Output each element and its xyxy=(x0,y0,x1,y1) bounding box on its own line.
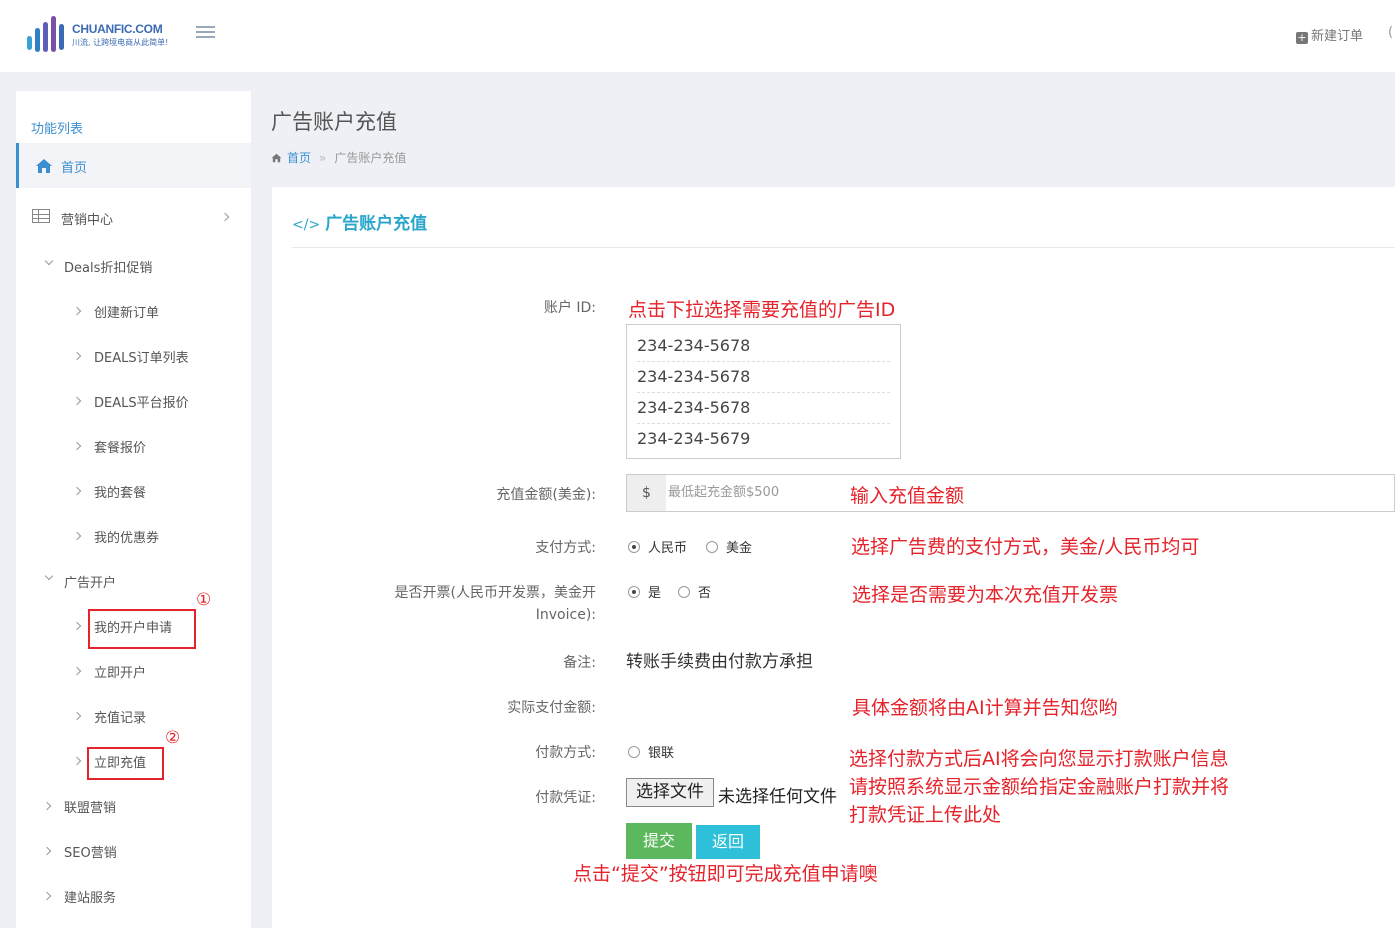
code-icon: </> xyxy=(292,217,321,233)
amount-input-group: $ 最低起充金额$500 xyxy=(626,474,1395,512)
actual-amount-label: 实际支付金额: xyxy=(507,700,596,716)
annotation-box-2 xyxy=(87,747,164,780)
radio-checked-icon xyxy=(628,586,640,598)
partial-icon: ( xyxy=(1388,25,1394,40)
divider xyxy=(292,247,1395,248)
new-order-button[interactable]: + 新建订单 xyxy=(1296,25,1363,44)
panel-title: </> 广告账户充值 xyxy=(292,214,428,234)
currency-addon: $ xyxy=(626,474,667,512)
account-id-option[interactable]: 234-234-5679 xyxy=(637,424,890,455)
logo-bars-icon xyxy=(27,16,64,52)
plus-square-icon: + xyxy=(1296,31,1308,44)
sidebar-item-package-quote[interactable]: 套餐报价 xyxy=(16,423,251,468)
breadcrumb: 首页 » 广告账户充值 xyxy=(271,149,406,166)
amount-label: 充值金额(美金): xyxy=(496,487,596,503)
home-icon xyxy=(36,159,52,173)
sidebar-title: 功能列表 xyxy=(31,122,84,137)
annotation-amount: 输入充值金额 xyxy=(850,485,965,507)
home-icon xyxy=(271,153,282,163)
annotation-payment-3: 打款凭证上传此处 xyxy=(849,804,1002,826)
remark-value: 转账手续费由付款方承担 xyxy=(626,652,813,672)
sidebar-item-deals[interactable]: Deals折扣促销 xyxy=(16,243,251,288)
breadcrumb-current: 广告账户充值 xyxy=(334,151,407,165)
sidebar-item-my-package[interactable]: 我的套餐 xyxy=(16,468,251,513)
logo[interactable]: CHUANFIC.COM 川流, 让跨境电商从此简单! xyxy=(26,12,176,56)
sidebar: 功能列表 首页 营销中心 Deals折扣促销 创建新订单 DEALS订单列表 D… xyxy=(16,91,251,928)
chevron-down-icon xyxy=(44,256,54,266)
chevron-right-icon xyxy=(42,801,52,811)
brand-name: CHUANFIC.COM xyxy=(72,22,163,36)
pay-method-usd-radio[interactable]: 美金 xyxy=(706,537,752,556)
breadcrumb-separator: » xyxy=(319,151,327,165)
chevron-right-icon xyxy=(72,531,82,541)
pay-method-label: 支付方式: xyxy=(535,540,596,556)
sidebar-item-create-order[interactable]: 创建新订单 xyxy=(16,288,251,333)
chevron-right-icon xyxy=(72,306,82,316)
annotation-mark-2: ② xyxy=(165,728,181,748)
brand-slogan: 川流, 让跨境电商从此简单! xyxy=(72,38,169,47)
chevron-right-icon xyxy=(42,891,52,901)
chevron-right-icon xyxy=(72,666,82,676)
sidebar-item-ad-account[interactable]: 广告开户 xyxy=(16,558,251,603)
remark-label: 备注: xyxy=(563,655,596,671)
payment-unionpay-radio[interactable]: 银联 xyxy=(628,742,674,761)
sidebar-item-home[interactable]: 首页 xyxy=(16,143,251,188)
recharge-panel: </> 广告账户充值 账户 ID: 点击下拉选择需要充值的广告ID 234-234… xyxy=(272,187,1395,928)
voucher-label: 付款凭证: xyxy=(535,790,596,806)
radio-checked-icon xyxy=(628,541,640,553)
menu-toggle-icon[interactable] xyxy=(196,26,215,42)
top-bar: CHUANFIC.COM 川流, 让跨境电商从此简单! + 新建订单 ( xyxy=(0,0,1395,72)
chevron-right-icon xyxy=(42,846,52,856)
account-id-option[interactable]: 234-234-5678 xyxy=(637,362,890,393)
annotation-account: 点击下拉选择需要充值的广告ID xyxy=(628,299,896,321)
account-id-label: 账户 ID: xyxy=(543,300,596,316)
account-id-option[interactable]: 234-234-5678 xyxy=(637,331,890,362)
sidebar-item-affiliate[interactable]: 联盟营销 xyxy=(16,783,251,828)
chevron-down-icon xyxy=(44,571,54,581)
choose-file-button[interactable]: 选择文件 xyxy=(626,778,714,807)
chevron-right-icon xyxy=(72,351,82,361)
chevron-right-icon xyxy=(72,711,82,721)
payment-method-label: 付款方式: xyxy=(535,745,596,761)
sidebar-item-my-coupons[interactable]: 我的优惠券 xyxy=(16,513,251,558)
radio-unchecked-icon xyxy=(628,746,640,758)
annotation-invoice: 选择是否需要为本次充值开发票 xyxy=(852,584,1119,606)
sidebar-item-recharge-records[interactable]: 充值记录 xyxy=(16,693,251,738)
account-id-select[interactable]: 234-234-5678 234-234-5678 234-234-5678 2… xyxy=(626,324,901,459)
invoice-no-radio[interactable]: 否 xyxy=(678,582,711,601)
sidebar-item-marketing[interactable]: 营销中心 xyxy=(16,195,251,240)
pay-method-rmb-radio[interactable]: 人民币 xyxy=(628,537,687,556)
chevron-right-icon xyxy=(72,486,82,496)
back-button[interactable]: 返回 xyxy=(696,825,760,859)
chevron-right-icon xyxy=(72,396,82,406)
page-title: 广告账户充值 xyxy=(271,110,397,134)
sidebar-item-seo[interactable]: SEO营销 xyxy=(16,828,251,873)
chevron-right-icon xyxy=(72,441,82,451)
annotation-actual: 具体金额将由AI计算并告知您哟 xyxy=(852,697,1118,719)
invoice-label-line2: Invoice): xyxy=(535,607,596,623)
file-status-text: 未选择任何文件 xyxy=(718,787,837,807)
radio-unchecked-icon xyxy=(706,541,718,553)
sidebar-item-open-account[interactable]: 立即开户 xyxy=(16,648,251,693)
sidebar-item-deals-orders[interactable]: DEALS订单列表 xyxy=(16,333,251,378)
account-id-option[interactable]: 234-234-5678 xyxy=(637,393,890,424)
chevron-right-icon xyxy=(220,212,230,222)
sidebar-item-site-building[interactable]: 建站服务 xyxy=(16,873,251,918)
submit-button[interactable]: 提交 xyxy=(626,823,692,859)
annotation-submit: 点击“提交”按钮即可完成充值申请噢 xyxy=(573,863,878,885)
amount-input[interactable]: 最低起充金额$500 xyxy=(666,474,1395,512)
chevron-right-icon xyxy=(72,756,82,766)
annotation-box-1 xyxy=(88,609,196,649)
annotation-payment-2: 请按照系统显示金额给指定金融账户打款并将 xyxy=(849,776,1230,798)
annotation-pay-method: 选择广告费的支付方式，美金/人民币均可 xyxy=(851,536,1200,558)
invoice-label-line1: 是否开票(人民币开发票，美金开 xyxy=(394,585,596,601)
invoice-yes-radio[interactable]: 是 xyxy=(628,582,661,601)
radio-unchecked-icon xyxy=(678,586,690,598)
annotation-payment-1: 选择付款方式后AI将会向您显示打款账户信息 xyxy=(849,748,1229,770)
chevron-right-icon xyxy=(72,621,82,631)
sidebar-item-deals-quote[interactable]: DEALS平台报价 xyxy=(16,378,251,423)
annotation-mark-1: ① xyxy=(196,590,212,610)
breadcrumb-home-link[interactable]: 首页 xyxy=(287,151,311,165)
